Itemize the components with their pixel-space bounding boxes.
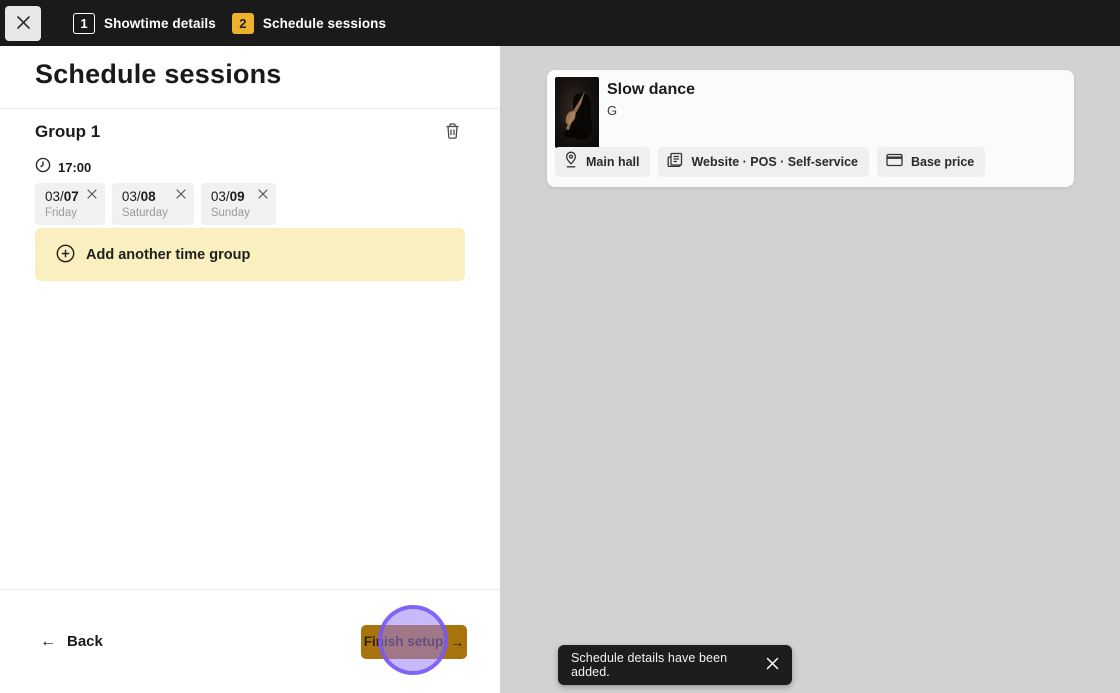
- show-summary-card: Slow dance G Main hall Website · POS · S…: [547, 70, 1074, 187]
- close-icon: [258, 189, 268, 201]
- date-chip[interactable]: 03/07 Friday: [35, 183, 105, 225]
- page-title: Schedule sessions: [35, 59, 282, 89]
- delete-group-button[interactable]: [439, 119, 465, 145]
- sales-channels-tag: Website · POS · Self-service: [658, 147, 869, 177]
- credit-card-icon: [886, 153, 903, 172]
- step-schedule-sessions[interactable]: 2 Schedule sessions: [231, 12, 387, 34]
- step-number-badge-active: 2: [231, 12, 254, 34]
- wizard-steps: 1 Showtime details 2 Schedule sessions: [73, 0, 386, 46]
- close-icon: [176, 189, 186, 201]
- receipt-icon: [667, 152, 683, 173]
- toast-notification: Schedule details have been added.: [558, 645, 792, 685]
- session-time-row[interactable]: 17:00: [35, 157, 91, 178]
- location-pin-icon: [564, 151, 578, 173]
- group-title: Group 1: [35, 122, 101, 141]
- remove-date-button[interactable]: [258, 188, 268, 201]
- finish-setup-label: Finish setup: [363, 634, 444, 649]
- schedule-panel: Schedule sessions Group 1 17:00 03/07 Fr…: [0, 46, 500, 693]
- setup-wizard-window: 1 Showtime details 2 Schedule sessions S…: [0, 0, 1120, 693]
- wizard-topbar: 1 Showtime details 2 Schedule sessions: [0, 0, 1120, 46]
- venue-tag: Main hall: [555, 147, 651, 177]
- plus-circle-icon: [56, 244, 75, 266]
- weekday-label: Sunday: [210, 207, 250, 219]
- date-chip[interactable]: 03/08 Saturday: [111, 183, 194, 225]
- panel-divider: [0, 108, 500, 109]
- trash-icon: [444, 122, 461, 143]
- toast-close-button[interactable]: [766, 657, 779, 673]
- remove-date-button[interactable]: [87, 188, 97, 201]
- close-icon: [87, 189, 97, 201]
- date-value: 03/09: [210, 189, 245, 204]
- weekday-label: Saturday: [121, 207, 168, 219]
- clock-icon: [35, 157, 51, 178]
- step-label: Schedule sessions: [262, 15, 387, 31]
- close-icon: [16, 15, 31, 33]
- preview-canvas: Slow dance G Main hall Website · POS · S…: [500, 46, 1120, 693]
- toast-message: Schedule details have been added.: [571, 651, 728, 679]
- show-poster-image: [555, 77, 599, 148]
- remove-date-button[interactable]: [176, 188, 186, 201]
- date-chip[interactable]: 03/09 Sunday: [200, 183, 276, 225]
- show-rating: G: [607, 103, 618, 118]
- price-tag: Base price: [876, 147, 986, 177]
- venue-tag-label: Main hall: [586, 155, 640, 169]
- close-icon: [766, 657, 779, 673]
- add-time-group-label: Add another time group: [86, 246, 251, 263]
- session-dates-row: 03/07 Friday 03/08 Saturday 03/09 Sunday: [35, 183, 276, 225]
- show-card-tags: Main hall Website · POS · Self-service B…: [555, 147, 986, 177]
- price-tag-label: Base price: [910, 155, 975, 169]
- show-title: Slow dance: [607, 81, 696, 98]
- step-number-badge: 1: [73, 12, 95, 34]
- back-button[interactable]: ← Back: [40, 633, 103, 651]
- sales-channels-tag-label: Website · POS · Self-service: [691, 155, 858, 169]
- arrow-left-icon: ←: [40, 632, 56, 650]
- back-button-label: Back: [67, 633, 103, 650]
- time-group-header: Group 1: [35, 119, 465, 145]
- panel-footer: ← Back Finish setup →: [0, 589, 500, 693]
- step-label: Showtime details: [104, 15, 216, 31]
- close-wizard-button[interactable]: [5, 6, 41, 41]
- step-showtime-details[interactable]: 1 Showtime details: [73, 12, 216, 34]
- weekday-label: Friday: [45, 207, 77, 219]
- add-time-group-button[interactable]: Add another time group: [35, 228, 465, 281]
- date-value: 03/08: [121, 189, 156, 204]
- finish-setup-button[interactable]: Finish setup →: [361, 624, 467, 659]
- date-value: 03/07: [45, 189, 79, 204]
- session-time-value: 17:00: [58, 160, 92, 175]
- arrow-right-icon: →: [450, 633, 465, 650]
